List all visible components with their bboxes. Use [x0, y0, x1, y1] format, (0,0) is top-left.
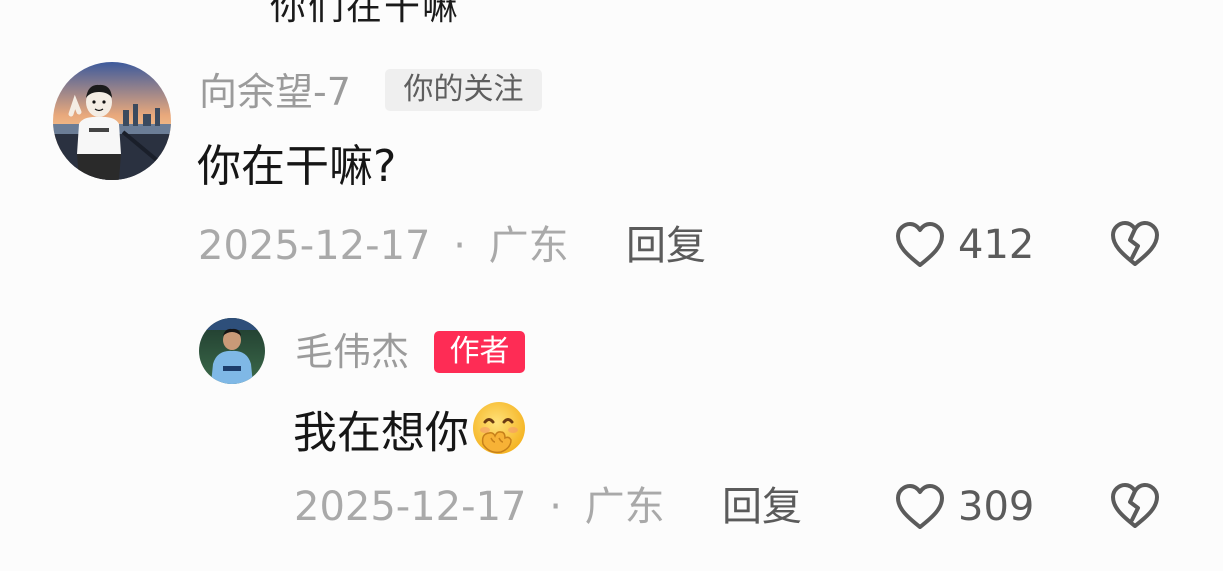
- broken-heart-icon: [1111, 483, 1159, 528]
- reply-meta: 2025-12-17 · 广东: [294, 483, 665, 531]
- heart-icon: [896, 484, 944, 529]
- reply-avatar[interactable]: [199, 318, 265, 384]
- hand-over-mouth-emoji: [469, 398, 529, 473]
- reply-date: 2025-12-17: [294, 484, 527, 530]
- author-tag: 作者: [434, 331, 525, 373]
- avatar[interactable]: [53, 62, 171, 180]
- avatar-image: [53, 62, 171, 180]
- comment-username[interactable]: 向余望-7: [199, 68, 351, 116]
- reply-text-content: 我在想你: [293, 407, 469, 459]
- heart-icon: [896, 222, 944, 267]
- reply-username[interactable]: 毛伟杰: [295, 328, 409, 376]
- like-button[interactable]: 309: [894, 480, 1034, 534]
- like-count: 412: [958, 222, 1035, 268]
- comment-meta: 2025-12-17 · 广东: [198, 222, 569, 270]
- follow-tag: 你的关注: [385, 69, 542, 111]
- dislike-button[interactable]: [1109, 220, 1161, 272]
- reply-location: 广东: [584, 484, 665, 530]
- like-count: 309: [958, 484, 1035, 530]
- reply-button[interactable]: 回复: [722, 483, 802, 531]
- comment-location: 广东: [488, 223, 569, 269]
- dislike-button[interactable]: [1109, 482, 1161, 534]
- meta-separator: ·: [549, 484, 562, 530]
- like-button[interactable]: 412: [894, 218, 1034, 272]
- reply-text: 我在想你: [293, 398, 529, 473]
- reply-avatar-image: [199, 318, 265, 384]
- comment-date: 2025-12-17: [198, 223, 431, 269]
- meta-separator: ·: [453, 223, 466, 269]
- comment-text: 你在干嘛?: [197, 141, 397, 192]
- reply-button[interactable]: 回复: [626, 222, 706, 270]
- previous-comment-text-cut: 你们在干嘛: [270, 0, 461, 28]
- broken-heart-icon: [1111, 221, 1159, 266]
